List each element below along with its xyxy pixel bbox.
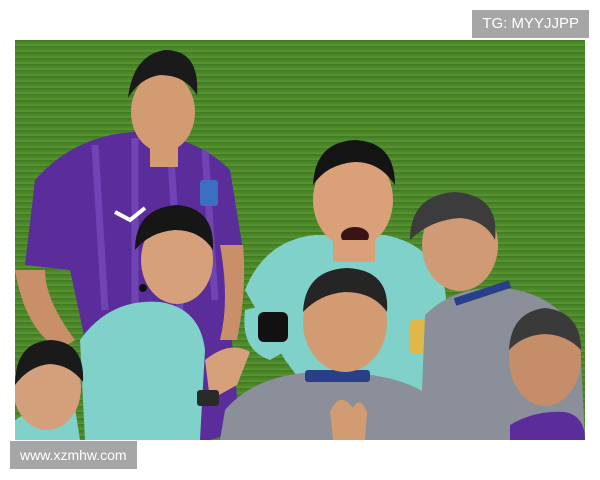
player-bottom-left (15, 340, 84, 440)
player-far-right (509, 308, 585, 440)
earpiece-icon (139, 284, 147, 292)
armband (258, 312, 288, 342)
match-photo (15, 40, 585, 440)
watermark-tg: TG: MYYJJPP (472, 10, 589, 38)
watermark-site: www.xzmhw.com (10, 441, 137, 469)
wristwatch (197, 390, 219, 406)
club-crest-icon (200, 180, 218, 206)
photo-illustration (15, 40, 585, 440)
